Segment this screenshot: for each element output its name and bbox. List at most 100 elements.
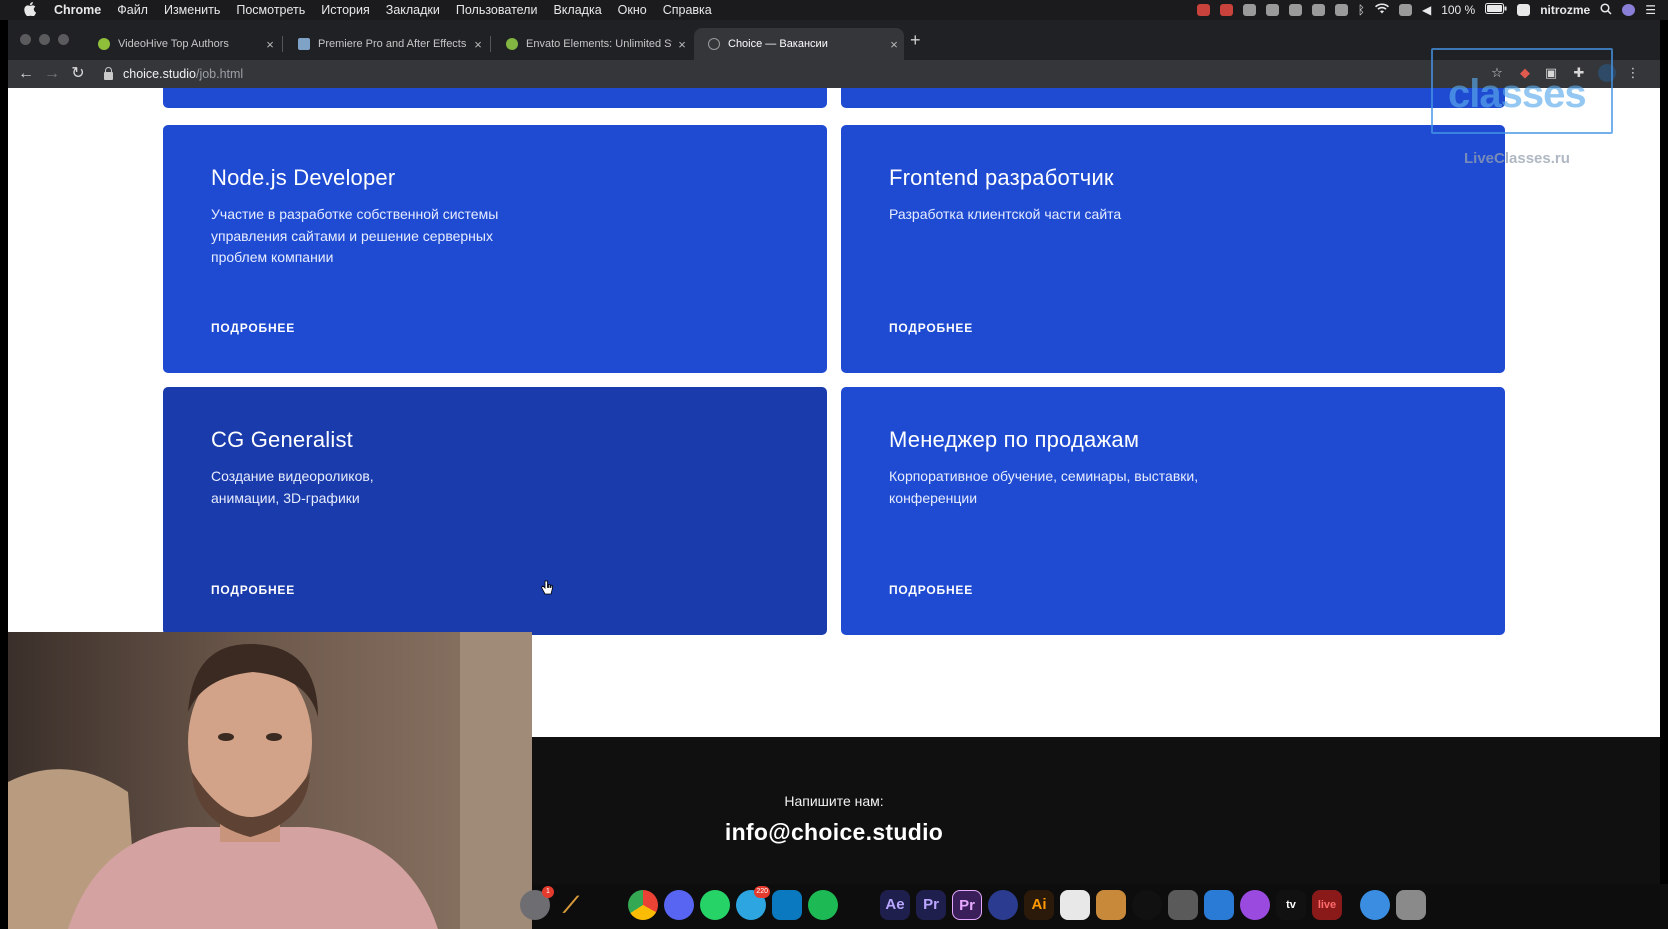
tab-choice-vacancies[interactable]: Choice — Вакансии ×	[694, 28, 904, 60]
choice-favicon-icon	[708, 38, 720, 50]
close-tab-icon[interactable]: ×	[672, 37, 692, 52]
battery-icon[interactable]	[1485, 3, 1507, 17]
back-arrow-icon[interactable]: ←	[14, 62, 38, 86]
tab-separator	[490, 36, 491, 52]
macos-menu-bar: Chrome Файл Изменить Посмотреть История …	[0, 0, 1668, 20]
close-tab-icon[interactable]: ×	[260, 37, 280, 52]
cloud-downloader-app-icon[interactable]	[1360, 890, 1390, 920]
trash-icon[interactable]	[1396, 890, 1426, 920]
tab-envato[interactable]: Envato Elements: Unlimited St ×	[492, 28, 692, 60]
airplay-icon[interactable]	[1398, 4, 1412, 16]
menu-tab[interactable]: Вкладка	[553, 3, 601, 17]
menu-people[interactable]: Пользователи	[456, 3, 538, 17]
envato-favicon-icon	[506, 38, 518, 50]
close-tab-icon[interactable]: ×	[884, 37, 904, 52]
job-title: CG Generalist	[211, 427, 353, 452]
calculator-app-icon[interactable]	[1168, 890, 1198, 920]
menu-bookmarks[interactable]: Закладки	[386, 3, 440, 17]
cleanmymac-broom-icon[interactable]: ⟋	[556, 890, 586, 920]
lock-icon[interactable]	[104, 67, 113, 80]
job-card-sales-manager[interactable]: Менеджер по продажам Корпоративное обуче…	[841, 387, 1505, 635]
spotlight-search-icon[interactable]	[1600, 2, 1612, 18]
davinci-app-icon[interactable]	[1132, 890, 1162, 920]
premiere-pro-app-icon[interactable]: Pr	[916, 890, 946, 920]
videohive-favicon-icon	[98, 38, 110, 50]
podcasts-app-icon[interactable]	[1240, 890, 1270, 920]
menu-file[interactable]: Файл	[117, 3, 148, 17]
tab-premiere[interactable]: Premiere Pro and After Effects ×	[284, 28, 488, 60]
presenter-video-image	[8, 632, 532, 929]
apple-logo-icon[interactable]	[24, 1, 40, 19]
forward-arrow-icon[interactable]: →	[40, 62, 64, 86]
job-more-link[interactable]: ПОДРОБНЕЕ	[889, 583, 973, 597]
creative-cloud-icon[interactable]	[1288, 4, 1302, 16]
menu-chrome[interactable]: Chrome	[54, 3, 101, 17]
zoom-window-button[interactable]	[58, 34, 69, 45]
settings-status-icon[interactable]	[1311, 4, 1325, 16]
job-card-frontend[interactable]: Frontend разработчик Разработка клиентск…	[841, 125, 1505, 373]
macos-dock: 1 ⟋ 220 Ae Pr Pr Ai tv live	[520, 884, 1668, 929]
figma-app-icon[interactable]	[1060, 890, 1090, 920]
menu-view[interactable]: Посмотреть	[236, 3, 305, 17]
keynote-app-icon[interactable]	[1204, 890, 1234, 920]
job-description: Разработка клиентской части сайта	[889, 206, 1122, 222]
username[interactable]: nitrozme	[1540, 3, 1590, 17]
menu-edit[interactable]: Изменить	[164, 3, 220, 17]
chrome-menu-icon[interactable]: ⋮	[1624, 64, 1642, 82]
minimize-window-button[interactable]	[39, 34, 50, 45]
system-preferences-icon[interactable]: 1	[520, 886, 554, 920]
tab-title: VideoHive Top Authors	[118, 38, 229, 50]
job-title: Frontend разработчик	[889, 165, 1114, 190]
apple-tv-app-icon[interactable]: tv	[1276, 890, 1306, 920]
job-card-cg-generalist[interactable]: CG Generalist Создание видеороликов, ани…	[163, 387, 827, 635]
bluetooth-icon[interactable]: ᛒ	[1358, 3, 1365, 17]
volume-icon[interactable]: ◀	[1422, 3, 1431, 17]
job-title: Node.js Developer	[211, 165, 396, 190]
wifi-icon[interactable]	[1374, 3, 1389, 17]
keka-app-icon[interactable]	[1096, 890, 1126, 920]
trello-app-icon[interactable]	[772, 890, 802, 920]
address-bar[interactable]: choice.studio/job.html	[104, 61, 1534, 87]
reload-icon[interactable]: ↻	[66, 62, 90, 86]
url-path: /job.html	[195, 67, 244, 81]
menu-help[interactable]: Справка	[663, 3, 712, 17]
new-tab-plus-icon[interactable]: +	[910, 30, 921, 51]
after-effects-app-icon[interactable]: Ae	[880, 890, 910, 920]
input-source-icon[interactable]	[1517, 4, 1531, 16]
job-description: Корпоративное обучение, семинары, выстав…	[889, 468, 1199, 506]
dash-status-icon[interactable]	[1242, 4, 1256, 16]
job-title: Менеджер по продажам	[889, 427, 1140, 452]
telegram-app-icon[interactable]: 220	[736, 886, 770, 920]
job-card-partial[interactable]	[163, 88, 827, 108]
menu-window[interactable]: Окно	[618, 3, 647, 17]
webcam-overlay	[8, 632, 532, 929]
record-status-icon[interactable]	[1196, 4, 1210, 16]
menu-history[interactable]: История	[321, 3, 369, 17]
notification-badge: 1	[542, 886, 554, 898]
whatsapp-app-icon[interactable]	[700, 890, 730, 920]
job-card-partial[interactable]	[841, 88, 1505, 108]
time-machine-icon[interactable]	[1334, 4, 1348, 16]
live-status-icon[interactable]	[1219, 4, 1233, 16]
live-record-app-icon[interactable]: live	[1312, 890, 1342, 920]
tab-videohive[interactable]: VideoHive Top Authors ×	[84, 28, 280, 60]
job-more-link[interactable]: ПОДРОБНЕЕ	[211, 321, 295, 335]
premiere-favicon-icon	[298, 38, 310, 50]
discord-app-icon[interactable]	[664, 890, 694, 920]
job-more-link[interactable]: ПОДРОБНЕЕ	[889, 321, 973, 335]
notification-badge: 220	[754, 886, 770, 898]
spotify-app-icon[interactable]	[808, 890, 838, 920]
siri-icon[interactable]	[1622, 4, 1636, 16]
job-card-nodejs[interactable]: Node.js Developer Участие в разработке с…	[163, 125, 827, 373]
job-more-link[interactable]: ПОДРОБНЕЕ	[211, 583, 295, 597]
tab-separator	[282, 36, 283, 52]
cinema-4d-app-icon[interactable]	[988, 890, 1018, 920]
illustrator-app-icon[interactable]: Ai	[1024, 890, 1054, 920]
notification-center-icon[interactable]: ☰	[1645, 3, 1656, 17]
premiere-rush-app-icon[interactable]: Pr	[952, 890, 982, 920]
chrome-app-icon[interactable]	[628, 890, 658, 920]
watermark-site: LiveClasses.ru	[1464, 150, 1570, 167]
cloud-status-icon[interactable]	[1265, 4, 1279, 16]
close-tab-icon[interactable]: ×	[468, 37, 488, 52]
close-window-button[interactable]	[20, 34, 31, 45]
